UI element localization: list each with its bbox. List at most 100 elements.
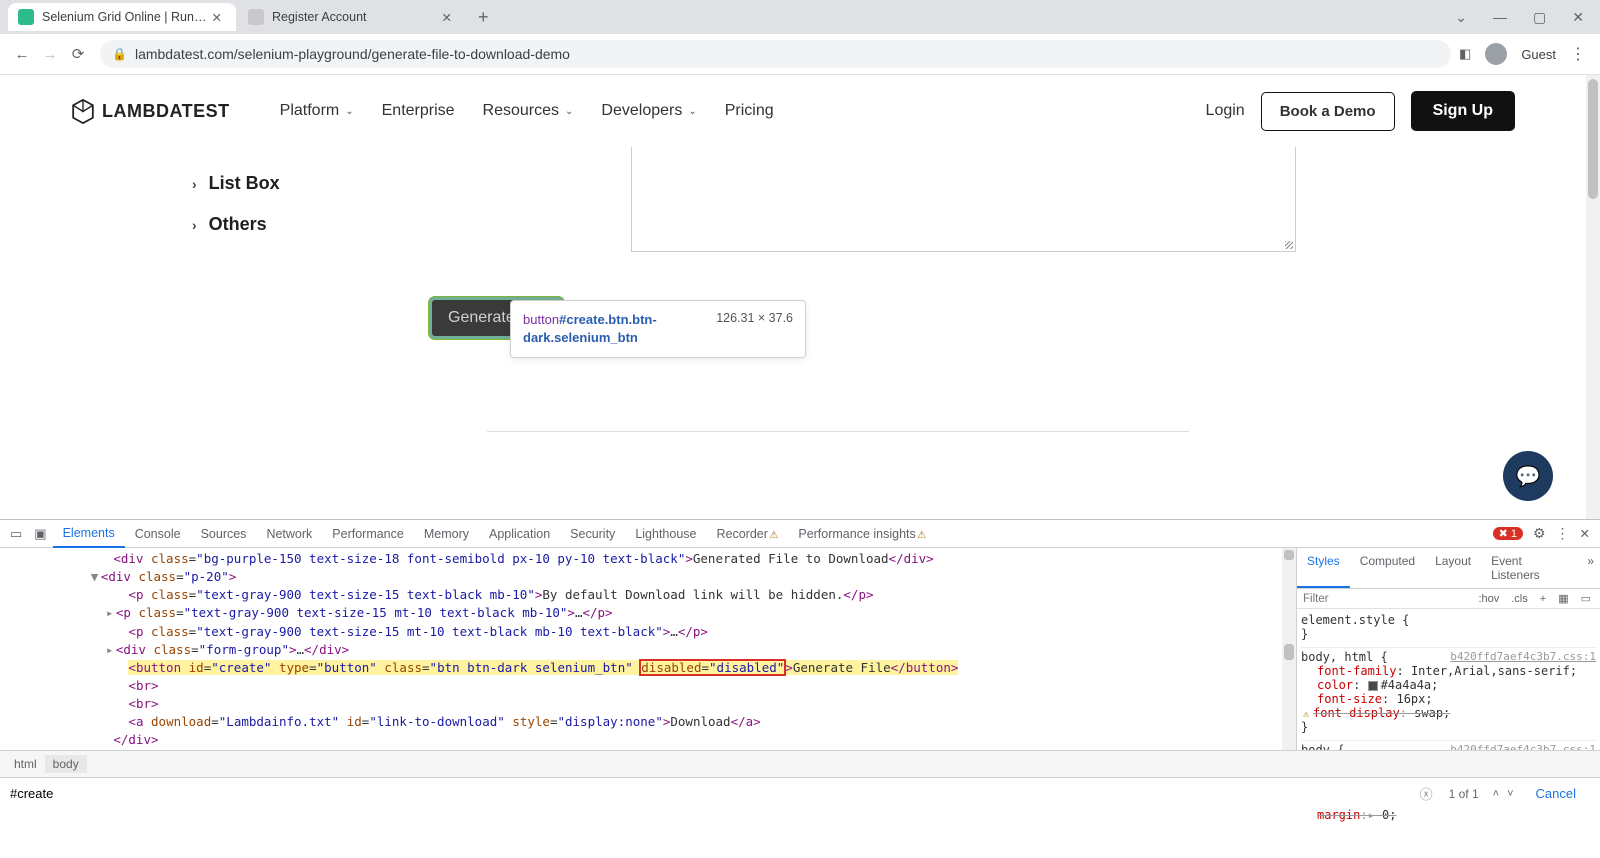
preview-badge-icon: ⚠ [917,530,926,541]
close-window-icon[interactable]: ✕ [1572,9,1584,26]
tab-strip: Selenium Grid Online | Run Selen ✕ Regis… [0,0,1600,34]
search-prev-icon[interactable]: ˄ [1489,788,1503,800]
tab-elements[interactable]: Elements [53,520,125,548]
lock-icon: 🔒 [112,47,127,61]
textarea-input[interactable] [631,147,1296,252]
inspect-element-icon[interactable]: ▭ [4,526,28,542]
close-devtools-icon[interactable]: ✕ [1580,526,1590,541]
computed-toggle-icon[interactable]: ▦ [1555,592,1571,605]
url-text: lambdatest.com/selenium-playground/gener… [135,46,570,62]
preview-badge-icon: ⚠ [769,530,778,541]
styles-filter-bar: :hov .cls + ▦ ▭ [1297,589,1600,609]
browser-tab[interactable]: Register Account ✕ [238,3,466,31]
tab-close-icon[interactable]: ✕ [438,10,456,25]
tab-lighthouse[interactable]: Lighthouse [625,521,706,547]
reload-button[interactable]: ⟳ [64,45,92,63]
nav-developers[interactable]: Developers⌄ [601,102,696,120]
tab-layout[interactable]: Layout [1425,548,1481,588]
nav-resources[interactable]: Resources⌄ [483,102,574,120]
signup-button[interactable]: Sign Up [1411,91,1515,131]
tab-performance[interactable]: Performance [322,521,414,547]
sidebar-item-listbox[interactable]: › List Box [72,163,412,204]
tab-close-icon[interactable]: ✕ [208,10,226,25]
page-scrollbar[interactable] [1586,75,1600,519]
toolbar-right: ◧ Guest ⋮ [1459,43,1592,65]
error-count-badge[interactable]: ✖ 1 [1493,527,1523,540]
dom-breadcrumb[interactable]: html body [0,750,1600,777]
address-bar: ← → ⟳ 🔒 lambdatest.com/selenium-playgrou… [0,34,1600,75]
book-demo-button[interactable]: Book a Demo [1261,92,1395,131]
profile-avatar-icon[interactable] [1485,43,1507,65]
tabs-overflow-icon[interactable]: » [1581,548,1600,588]
chat-fab-button[interactable]: 💬 [1503,451,1553,501]
css-source-link[interactable]: b420ffd7aef4c3b7.css:1 [1450,650,1596,663]
devtools-panel: ▭ ▣ Elements Console Sources Network Per… [0,519,1600,809]
styles-tabs: Styles Computed Layout Event Listeners » [1297,548,1600,589]
tab-network[interactable]: Network [256,521,322,547]
devtools-tabs: ▭ ▣ Elements Console Sources Network Per… [0,520,1600,548]
login-link[interactable]: Login [1206,102,1245,120]
crumb-html[interactable]: html [6,755,45,773]
panel-border [487,431,1189,432]
chat-icon: 💬 [1516,464,1541,489]
tab-console[interactable]: Console [125,521,191,547]
devtools-search-input[interactable] [6,782,1414,805]
styles-filter-input[interactable] [1303,593,1469,605]
side-panel-icon[interactable]: ◧ [1459,46,1471,62]
tab-computed[interactable]: Computed [1350,548,1425,588]
chevron-right-icon: › [192,176,197,192]
menu-icon[interactable]: ⋮ [1570,44,1586,64]
tab-recorder[interactable]: Recorder ⚠ [706,521,788,547]
cls-toggle[interactable]: .cls [1508,593,1531,605]
tab-styles[interactable]: Styles [1297,548,1350,588]
logo-text: LAMBDATEST [102,101,230,122]
search-cancel-button[interactable]: Cancel [1518,786,1594,801]
tab-event-listeners[interactable]: Event Listeners [1481,548,1581,588]
tabs-dropdown-icon[interactable]: ⌄ [1455,9,1467,26]
site-logo[interactable]: LAMBDATEST [72,99,230,124]
css-selector: element.style { [1301,613,1409,627]
back-button[interactable]: ← [8,46,36,63]
more-menu-icon[interactable]: ⋮ [1556,525,1570,542]
primary-nav: Platform⌄ Enterprise Resources⌄ Develope… [280,102,774,120]
css-selector: body, html { [1301,650,1388,664]
tab-sources[interactable]: Sources [191,521,257,547]
url-input[interactable]: 🔒 lambdatest.com/selenium-playground/gen… [100,40,1451,68]
chevron-down-icon: ⌄ [565,106,573,117]
nav-pricing[interactable]: Pricing [725,102,774,120]
profile-label: Guest [1521,47,1556,62]
color-swatch-icon[interactable] [1368,681,1378,691]
clear-search-icon[interactable]: ⓧ [1414,784,1439,803]
nav-platform[interactable]: Platform⌄ [280,102,354,120]
tab-security[interactable]: Security [560,521,625,547]
forward-button: → [36,46,64,63]
dom-scrollbar[interactable] [1282,548,1296,750]
tab-memory[interactable]: Memory [414,521,479,547]
dom-tree[interactable]: <div class="bg-purple-150 text-size-18 f… [0,548,1296,750]
settings-icon[interactable]: ⚙ [1533,525,1546,542]
hov-toggle[interactable]: :hov [1475,593,1502,605]
dom-selected-node[interactable]: <button id="create" type="button" class=… [128,660,958,675]
maximize-icon[interactable]: ▢ [1533,9,1546,26]
resize-handle-icon[interactable] [1285,241,1293,249]
minimize-icon[interactable]: — [1493,9,1507,26]
new-rule-icon[interactable]: + [1537,593,1549,605]
browser-tab-active[interactable]: Selenium Grid Online | Run Selen ✕ [8,3,236,31]
tab-application[interactable]: Application [479,521,560,547]
search-next-icon[interactable]: ˅ [1503,788,1517,800]
warning-icon: ⚠ [1303,709,1313,720]
window-controls: ⌄ — ▢ ✕ [1455,9,1600,26]
browser-chrome: Selenium Grid Online | Run Selen ✕ Regis… [0,0,1600,75]
favicon-icon [248,9,264,25]
tab-perf-insights[interactable]: Performance insights ⚠ [788,521,936,547]
crumb-body[interactable]: body [45,755,87,773]
chevron-right-icon: › [192,217,197,233]
tab-title: Register Account [272,10,438,24]
nav-enterprise[interactable]: Enterprise [382,102,455,120]
new-tab-button[interactable]: + [468,7,499,28]
tab-title: Selenium Grid Online | Run Selen [42,10,208,24]
logo-icon [72,99,94,124]
rendering-icon[interactable]: ▭ [1578,592,1594,605]
device-toggle-icon[interactable]: ▣ [28,526,52,542]
sidebar-item-others[interactable]: › Others [72,204,412,245]
